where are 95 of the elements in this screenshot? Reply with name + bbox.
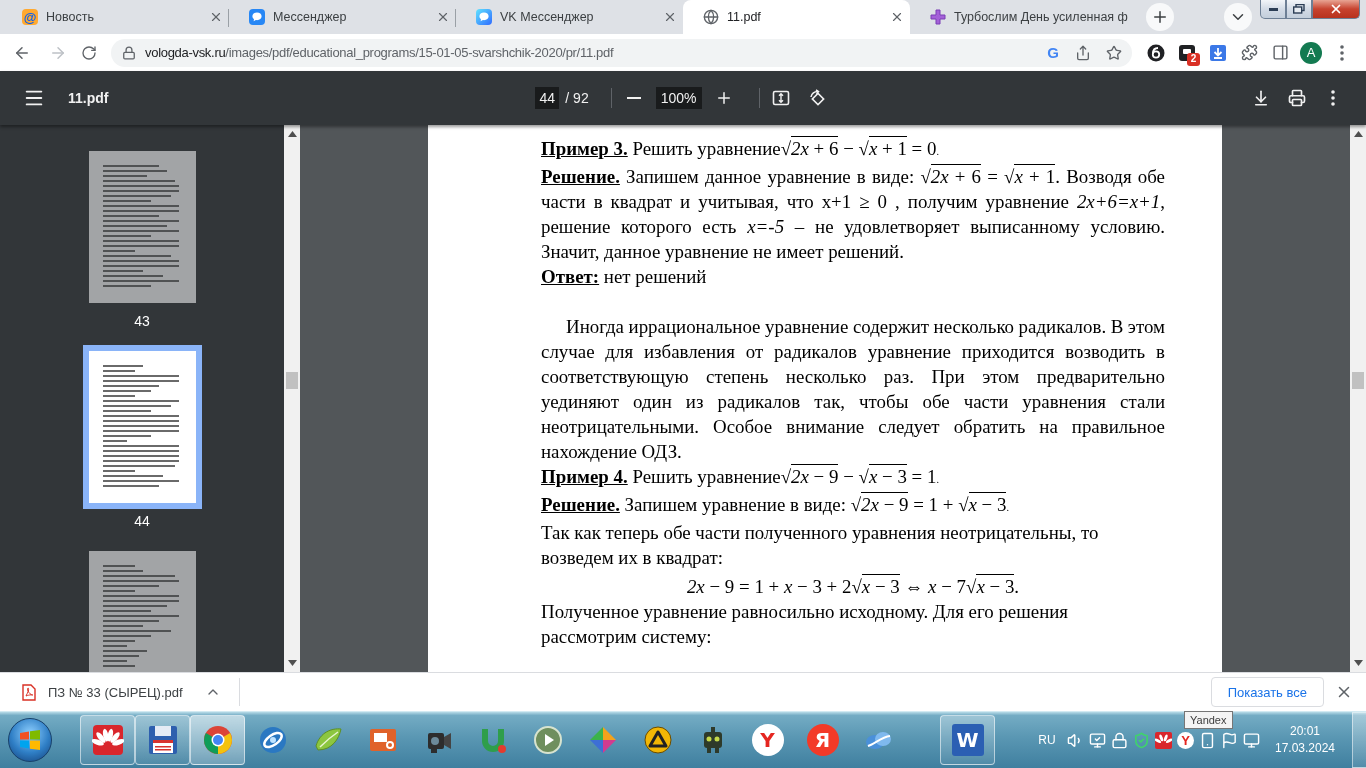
letter-logo-icon[interactable]: G — [1047, 45, 1059, 60]
scrollbar[interactable] — [1350, 125, 1366, 672]
download-arrow-icon — [1210, 44, 1226, 61]
plus-icon — [1151, 8, 1169, 26]
equation-line: 2x − 9 = 1 + x − 3 + 2√x − 3 ⇔ x − 7√x − 3. — [685, 574, 1021, 599]
scrollbar[interactable] — [284, 125, 300, 672]
restore-button[interactable] — [1286, 0, 1312, 19]
share-icon — [1075, 44, 1091, 61]
star-icon — [1106, 44, 1122, 61]
document-title: 11.pdf — [68, 90, 109, 106]
flower-logo-icon — [91, 724, 124, 756]
restore-icon — [1293, 4, 1305, 14]
more-icon — [1331, 90, 1335, 106]
scroll-up-arrow-icon[interactable] — [1353, 131, 1363, 137]
page-count: / 92 — [565, 90, 589, 106]
taskbar-button[interactable] — [80, 715, 135, 765]
lock-icon[interactable] — [1111, 731, 1128, 749]
page-number-field[interactable]: 44 — [535, 87, 560, 109]
browser-tab[interactable]: Турбослим День усиленная ф — [910, 0, 1137, 34]
notification-badge: 2 — [1187, 52, 1200, 66]
reload-icon — [81, 44, 97, 61]
play-icon — [531, 724, 564, 756]
browser-tab[interactable]: VK Мессенджер — [456, 0, 683, 34]
close-icon[interactable] — [663, 10, 677, 24]
close-icon[interactable] — [209, 10, 223, 24]
taskbar-button[interactable] — [135, 715, 190, 765]
pdf-file-icon — [22, 683, 36, 701]
page-thumbnail[interactable] — [82, 345, 202, 509]
letter-logo-icon: Y — [751, 724, 784, 756]
scroll-down-arrow-icon[interactable] — [1353, 660, 1363, 666]
side-panel-icon — [1271, 44, 1289, 61]
page-number: 44 — [134, 512, 150, 531]
language-indicator[interactable]: RU — [1035, 733, 1059, 747]
minus-icon — [626, 97, 641, 99]
text-paragraph: Пример 4. Решить уравнение√2x − 9 − √x − 3 = 1. — [541, 464, 940, 489]
scrollbar-thumb[interactable] — [1352, 372, 1364, 389]
letter-logo-icon[interactable]: Y — [1177, 731, 1194, 749]
browser-tab[interactable]: 11.pdf — [683, 0, 910, 34]
flag-icon[interactable] — [1221, 731, 1238, 749]
lock-icon — [122, 45, 136, 60]
flower-logo-icon[interactable] — [1155, 731, 1172, 749]
clock[interactable]: 20:01 17.03.2024 — [1270, 723, 1340, 757]
show-desktop-button[interactable] — [1352, 712, 1366, 768]
text-paragraph: Иногда иррациональное уравнение содержит несколько радикалов. В этом случае для избавления от радикалов уравнение приходится возводить в соответствующую степень несколько раз. При этом предварительно уединяют один из радикалов так, чтобы обе части уравнения стали неотрицательными. Особое внимание следует обратить на правильное нахождение ОДЗ. — [541, 315, 1165, 464]
network-icon[interactable] — [1089, 731, 1106, 749]
scroll-down-arrow-icon[interactable] — [287, 660, 297, 666]
text-paragraph: Решение. Запишем данное уравнение в виде: √2x + 6 = √x + 1. Возводя обе части в квадрат и учитывая, что x+1 ≥ 0 , получим уравнение 2x+6=x+1, решение которого есть x=-5 – не удовлетворяет выписанному условию. Значит, данное уравнение не имеет решений. — [541, 164, 1165, 264]
chat-bubble-icon — [249, 9, 265, 25]
text-paragraph: Пример 3. Решить уравнение√2x + 6 − √x + 1 = 0. — [541, 136, 940, 161]
letter-logo-icon: W — [951, 724, 984, 756]
four-pane-logo-icon — [19, 730, 41, 750]
taskbar-button[interactable]: Y — [740, 715, 795, 765]
shield-check-icon[interactable] — [1133, 731, 1150, 749]
browser-tab[interactable]: Мессенджер — [229, 0, 456, 34]
more-icon — [1340, 44, 1344, 61]
scroll-up-arrow-icon[interactable] — [287, 131, 297, 137]
close-icon[interactable] — [436, 10, 450, 24]
phone-icon[interactable] — [1199, 731, 1216, 749]
download-item[interactable]: ПЗ № 33 (СЫРЕЦ).pdf — [20, 677, 227, 707]
close-button[interactable] — [1312, 0, 1360, 19]
fit-page-icon — [771, 89, 790, 107]
cross-icon — [930, 9, 946, 25]
minimize-icon — [1268, 7, 1278, 11]
letter-logo-icon: Я — [806, 724, 839, 756]
text-paragraph: Так как теперь обе части полученного уравнения неотрицательны, то возведем их в квадрат: — [541, 521, 1100, 570]
globe-icon — [703, 9, 719, 25]
printer-icon — [1288, 89, 1306, 107]
zoom-field[interactable]: 100% — [655, 87, 702, 109]
taskbar-button[interactable]: Я — [795, 715, 850, 765]
rotate-icon — [807, 89, 826, 107]
taskbar-button[interactable]: W — [940, 715, 995, 765]
close-icon[interactable] — [890, 10, 904, 24]
text-paragraph: Полученное уравнение равносильно исходному. Для его решения рассмотрим систему: — [541, 600, 1070, 649]
extension-button[interactable]: 2 — [1173, 38, 1201, 67]
tab-search-button[interactable] — [1224, 3, 1252, 31]
triangle-logo-icon — [641, 724, 674, 756]
close-icon — [1329, 2, 1343, 16]
new-tab-button[interactable] — [1146, 3, 1174, 31]
at-sign-icon: @ — [22, 9, 38, 25]
scrollbar-thumb[interactable] — [286, 372, 298, 389]
minimize-button[interactable] — [1260, 0, 1286, 19]
text-paragraph: Решение. Запишем уравнение в виде: √2x − 9 = 1 + √x − 3. — [541, 492, 1010, 517]
chat-bubble-icon — [476, 9, 492, 25]
monitor-icon[interactable] — [1243, 731, 1260, 749]
start-button[interactable] — [8, 718, 52, 762]
download-icon — [1252, 89, 1270, 107]
page-number: 43 — [134, 312, 150, 331]
address-field[interactable]: vologda-vsk.ru/images/pdf/educational_programs/15-01-05-svarshchik-2020/pr/11.pdf G — [111, 38, 1132, 67]
browser-logo-icon — [201, 724, 234, 756]
text-paragraph: Ответ: нет решений — [541, 265, 708, 289]
show-all-button[interactable]: Показать все — [1210, 677, 1324, 707]
puzzle-icon — [1240, 44, 1258, 61]
circle-logo-icon — [1147, 43, 1165, 62]
tooltip: Yandex — [1184, 711, 1233, 729]
browser-tab[interactable]: @ Новость — [2, 0, 229, 34]
